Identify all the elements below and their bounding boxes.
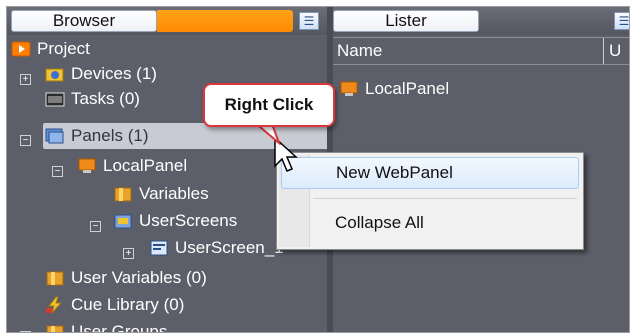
monitor-icon xyxy=(339,80,359,98)
column-name-header[interactable]: Name xyxy=(337,41,382,61)
list-icon: ☰ xyxy=(303,14,315,28)
project-icon xyxy=(11,40,31,58)
tree-item-label: Cue Library (0) xyxy=(71,295,185,314)
tree-item-cue-library[interactable]: Cue Library (0) xyxy=(45,293,184,317)
project-window: Browser ☰ Project + Devices (1) Tasks (0… xyxy=(6,6,630,333)
browser-pane-menu-button[interactable]: ☰ xyxy=(299,12,319,30)
cue-icon xyxy=(45,296,65,314)
tree-item-devices[interactable]: Devices (1) xyxy=(45,62,157,86)
lister-row-label: LocalPanel xyxy=(365,79,450,98)
folder-icon xyxy=(45,269,65,287)
folder-icon xyxy=(45,323,65,332)
collapse-localpanel-button[interactable]: − xyxy=(52,166,63,177)
tree-item-label: Project xyxy=(37,39,90,58)
tree-item-label: Variables xyxy=(139,184,209,203)
tree-item-tasks[interactable]: Tasks (0) xyxy=(45,87,140,111)
lister-pane-menu-button[interactable]: ☰ xyxy=(614,12,630,30)
browser-tab-accent xyxy=(157,10,293,32)
expand-userscreen-button[interactable]: + xyxy=(123,248,134,259)
tree-item-userscreen-1[interactable]: UserScreen_1 xyxy=(149,236,284,260)
menu-item-collapse-all[interactable]: Collapse All xyxy=(281,207,579,239)
column-u-header[interactable]: U xyxy=(609,41,621,61)
tab-browser[interactable]: Browser xyxy=(11,10,157,32)
tree-item-label: Devices (1) xyxy=(71,64,157,83)
tree-item-label: UserScreen_1 xyxy=(175,238,284,257)
context-menu: New WebPanel Collapse All xyxy=(276,152,584,250)
lister-header: Lister ☰ xyxy=(333,7,629,35)
menu-separator xyxy=(313,198,577,199)
monitor-icon xyxy=(77,157,97,175)
tree-item-user-groups[interactable]: User Groups xyxy=(45,320,168,333)
collapse-panels-button[interactable]: − xyxy=(20,135,31,146)
right-click-callout: Right Click xyxy=(203,83,335,127)
tab-lister[interactable]: Lister xyxy=(333,10,479,32)
tree-item-project[interactable]: Project xyxy=(11,37,90,61)
screen-icon xyxy=(149,239,169,257)
tasks-icon xyxy=(45,90,65,108)
expand-devices-button[interactable]: + xyxy=(20,74,31,85)
screens-icon xyxy=(113,212,133,230)
column-separator[interactable] xyxy=(603,38,604,64)
tree-item-label: User Variables (0) xyxy=(71,268,207,287)
browser-header: Browser ☰ xyxy=(7,7,327,35)
devices-icon xyxy=(45,65,65,83)
tree-item-label: LocalPanel xyxy=(103,156,188,175)
tree-item-localpanel[interactable]: LocalPanel xyxy=(77,154,187,178)
tree-item-label: Panels (1) xyxy=(71,126,149,145)
collapse-userscreens-button[interactable]: − xyxy=(90,221,101,232)
tree-item-label: Tasks (0) xyxy=(71,89,140,108)
lister-row[interactable]: LocalPanel xyxy=(339,77,449,101)
tree-item-label: UserScreens xyxy=(139,211,238,230)
panels-icon xyxy=(45,127,65,145)
tree-item-userscreens[interactable]: UserScreens xyxy=(113,209,237,233)
folder-icon xyxy=(113,185,133,203)
tree-item-variables[interactable]: Variables xyxy=(113,182,209,206)
list-icon: ☰ xyxy=(618,14,630,28)
menu-item-new-webpanel[interactable]: New WebPanel xyxy=(281,157,579,189)
tree-item-user-variables[interactable]: User Variables (0) xyxy=(45,266,207,290)
lister-column-header: Name U xyxy=(333,37,629,65)
tree-item-label: User Groups xyxy=(71,322,168,333)
